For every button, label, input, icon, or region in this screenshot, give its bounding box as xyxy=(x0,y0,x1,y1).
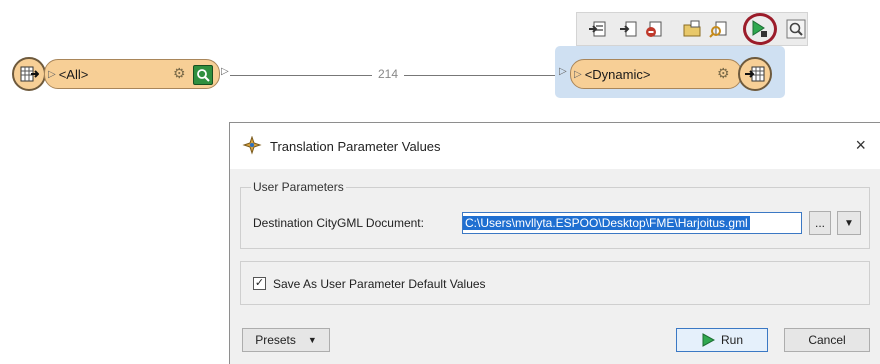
presets-label: Presets xyxy=(255,333,296,347)
zoom-icon[interactable] xyxy=(785,18,807,40)
translation-parameter-dialog: Translation Parameter Values × User Para… xyxy=(229,122,880,364)
run-icon xyxy=(702,333,715,347)
dialog-title: Translation Parameter Values xyxy=(270,139,441,154)
save-default-group: ✓ Save As User Parameter Default Values xyxy=(240,261,870,305)
transformer-toolbar xyxy=(576,12,808,46)
export-icon[interactable] xyxy=(617,18,639,40)
user-parameters-group: User Parameters Destination CityGML Docu… xyxy=(240,180,870,249)
import-icon[interactable] xyxy=(587,18,609,40)
destination-path-value: C:\Users\mvllyta.ESPOO\Desktop\FME\Harjo… xyxy=(463,216,750,230)
remove-icon[interactable] xyxy=(643,18,665,40)
close-icon[interactable]: × xyxy=(855,135,866,156)
writer-input-port-icon: ▷ xyxy=(559,66,567,77)
destination-path-field[interactable]: C:\Users\mvllyta.ESPOO\Desktop\FME\Harjo… xyxy=(462,212,802,234)
feature-count: 214 xyxy=(372,67,405,81)
input-port-icon: ▷ xyxy=(48,68,56,80)
dialog-title-bar: Translation Parameter Values × xyxy=(230,123,880,169)
output-port-icon: ▷ xyxy=(221,66,229,77)
save-default-label: Save As User Parameter Default Values xyxy=(273,277,486,291)
run-button[interactable]: Run xyxy=(676,328,768,352)
writer-port-arrow-icon: ▷ xyxy=(574,68,582,80)
fme-app-icon xyxy=(242,135,262,161)
group-title: User Parameters xyxy=(251,180,346,194)
writer-node-label: <Dynamic> xyxy=(584,66,651,82)
cancel-button[interactable]: Cancel xyxy=(784,328,870,352)
reader-feature-type[interactable]: ▷ <All> ⚙ xyxy=(44,59,220,89)
save-default-checkbox[interactable]: ✓ xyxy=(253,277,266,290)
highlight-circle xyxy=(743,13,777,45)
reader-feature-type-icon xyxy=(12,57,46,91)
presets-dropdown-icon: ▼ xyxy=(307,335,317,345)
run-label: Run xyxy=(720,333,743,347)
presets-button[interactable]: Presets ▼ xyxy=(242,328,330,352)
writer-feature-type-icon xyxy=(738,57,772,91)
parameter-dropdown-button[interactable]: ▼ xyxy=(837,211,861,235)
reader-node-label: <All> xyxy=(58,66,89,82)
folder-icon[interactable] xyxy=(681,18,703,40)
gear-icon[interactable]: ⚙ xyxy=(173,65,186,82)
destination-label: Destination CityGML Document: xyxy=(253,216,424,230)
writer-feature-type[interactable]: ▷ <Dynamic> ⚙ xyxy=(570,59,742,89)
writer-gear-icon[interactable]: ⚙ xyxy=(717,65,730,82)
browse-button[interactable]: ... xyxy=(809,211,831,235)
inspector-icon[interactable] xyxy=(193,65,213,85)
inspect-icon[interactable] xyxy=(708,18,730,40)
